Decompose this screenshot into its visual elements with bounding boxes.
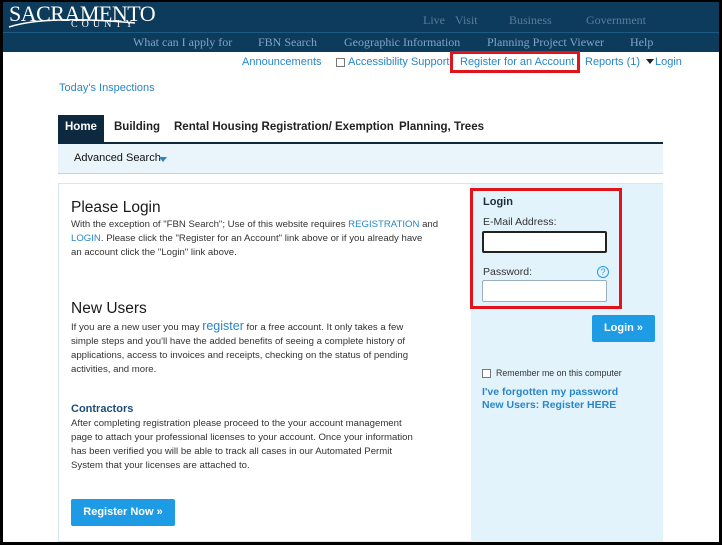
remember-me-label: Remember me on this computer [496, 368, 622, 378]
caret-down-icon [646, 59, 655, 64]
registration-link[interactable]: REGISTRATION [348, 219, 419, 230]
please-login-text: With the exception of "FBN Search"; Use … [71, 218, 466, 260]
announcements-link[interactable]: Announcements [242, 56, 322, 68]
new-users-text: If you are a new user you may register f… [71, 319, 466, 377]
contractors-text: After completing registration please pro… [71, 417, 466, 473]
site-header: SACRAMENTO COUNTY Live Visit Business Go… [3, 2, 719, 32]
advanced-search-link[interactable]: Advanced Search [74, 152, 161, 164]
nav-fbn-search[interactable]: FBN Search [258, 35, 317, 50]
forgot-password-link[interactable]: I've forgotten my password [482, 386, 618, 398]
nav-what-can-i-apply-for[interactable]: What can I apply for [133, 35, 232, 50]
contractors-title: Contractors [71, 403, 134, 415]
nav-planning-project-viewer[interactable]: Planning Project Viewer [487, 35, 604, 50]
remember-me-checkbox[interactable] [482, 368, 491, 378]
please-login-line1: With the exception of "FBN Search"; Use … [71, 219, 349, 230]
contractors-line3: has been verified you will be able to tr… [71, 446, 393, 457]
chevron-down-icon[interactable] [159, 157, 167, 162]
login-inline-link[interactable]: LOGIN [71, 233, 101, 244]
register-inline-link[interactable]: register [202, 319, 244, 333]
nav-business[interactable]: Business [509, 13, 552, 28]
new-users-line1a: If you are a new user you may [71, 322, 203, 333]
reports-menu[interactable]: Reports (1) [585, 56, 655, 68]
todays-inspections-link[interactable]: Today's Inspections [59, 82, 155, 94]
sub-navigation: Advanced Search [58, 142, 663, 174]
contractors-line2: page to attach your professional license… [71, 432, 413, 443]
contractors-line4: System that your licenses are attached t… [71, 460, 250, 471]
new-users-line1b: for a free account. It only takes a few [243, 322, 404, 333]
please-login-and: and [419, 219, 439, 230]
county-logo[interactable]: SACRAMENTO COUNTY [7, 3, 156, 33]
nav-visit[interactable]: Visit [455, 13, 478, 28]
nav-live[interactable]: Live [423, 13, 445, 28]
remember-me[interactable]: Remember me on this computer [482, 368, 622, 378]
new-users-line2: simple steps and you'll have the added b… [71, 336, 406, 347]
highlight-register-box [450, 51, 580, 73]
highlight-login-box [470, 188, 622, 309]
contractors-line1: After completing registration please pro… [71, 418, 402, 429]
main-navigation: What can I apply for FBN Search Geograph… [3, 32, 719, 52]
accessibility-label: Accessibility Support [348, 56, 450, 68]
login-link[interactable]: Login [655, 56, 682, 68]
tab-planning-trees[interactable]: Planning, Trees [399, 115, 484, 142]
browser-page: SACRAMENTO COUNTY Live Visit Business Go… [3, 2, 719, 542]
logo-subtext: COUNTY [71, 19, 137, 30]
please-login-line3: an account click the "Login" link above. [71, 247, 237, 258]
nav-government[interactable]: Government [586, 13, 646, 28]
nav-geographic-information[interactable]: Geographic Information [344, 35, 460, 50]
new-users-title: New Users [71, 300, 147, 317]
login-button[interactable]: Login » [592, 315, 655, 342]
tab-rental-housing[interactable]: Rental Housing Registration/ Exemption [174, 115, 394, 142]
reports-label: Reports (1) [585, 56, 641, 68]
register-now-button[interactable]: Register Now » [71, 499, 175, 526]
accessibility-checkbox[interactable] [336, 57, 345, 67]
new-users-line3: applications, access to invoices and rec… [71, 350, 409, 361]
tab-building[interactable]: Building [114, 115, 160, 142]
nav-help[interactable]: Help [630, 35, 653, 50]
tab-home[interactable]: Home [58, 115, 104, 142]
please-login-title: Please Login [71, 199, 161, 216]
please-login-line2: . Please click the "Register for an Acco… [100, 233, 423, 244]
register-here-link[interactable]: New Users: Register HERE [482, 399, 616, 411]
new-users-line4: activities, and more. [71, 364, 157, 375]
accessibility-support[interactable]: Accessibility Support [336, 56, 450, 68]
